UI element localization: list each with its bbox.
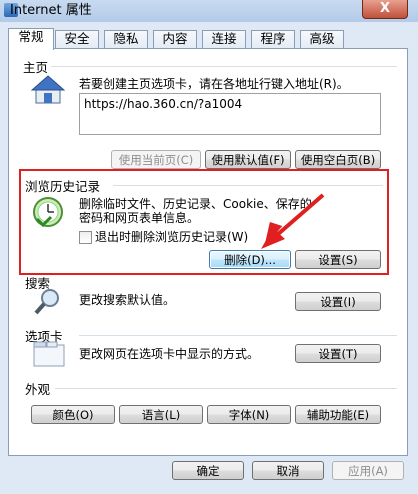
accessibility-button[interactable]: 辅助功能(E) [295,405,381,424]
ok-button[interactable]: 确定 [172,461,244,480]
close-button[interactable]: X [362,0,408,19]
home-divider [51,66,397,67]
search-description: 更改搜索默认值。 [79,293,176,307]
languages-button[interactable]: 语言(L) [119,405,203,424]
annotation-arrow [261,193,325,249]
tab-general[interactable]: 常规 [8,28,54,50]
cancel-button[interactable]: 取消 [252,461,324,480]
tab-privacy[interactable]: 隐私 [104,30,148,48]
appearance-section-title: 外观 [25,382,51,397]
general-tab-panel: 主页 若要创建主页选项卡，请在各地址行键入地址(R)。 https://hao.… [8,48,408,456]
tab-programs[interactable]: 程序 [251,30,295,48]
use-current-button[interactable]: 使用当前页(C) [111,150,201,169]
use-default-button[interactable]: 使用默认值(F) [205,150,291,169]
home-icon [31,75,65,104]
tab-advanced[interactable]: 高级 [300,30,344,48]
tabs-settings-button[interactable]: 设置(T) [295,344,381,363]
tabs-description: 更改网页在选项卡中显示的方式。 [79,347,260,361]
title-bar: Internet 属性 X [0,0,418,22]
magnifier-icon [34,289,59,315]
search-settings-button[interactable]: 设置(I) [295,292,381,311]
apply-button[interactable]: 应用(A) [332,461,404,480]
tab-content[interactable]: 内容 [153,30,197,48]
tab-connections[interactable]: 连接 [202,30,246,48]
tab-security[interactable]: 安全 [55,30,99,48]
use-blank-button[interactable]: 使用空白页(B) [295,150,381,169]
history-highlight-box [19,169,389,275]
home-section-title: 主页 [23,60,49,75]
tabs-divider [79,335,397,336]
home-url-textarea[interactable]: https://hao.360.cn/?a1004 [79,93,381,135]
appearance-divider [55,388,397,389]
window-title: Internet 属性 [10,3,92,18]
home-description: 若要创建主页选项卡，请在各地址行键入地址(R)。 [79,77,349,91]
colors-button[interactable]: 颜色(O) [31,405,115,424]
fonts-button[interactable]: 字体(N) [207,405,291,424]
tabs-icon [33,341,65,367]
